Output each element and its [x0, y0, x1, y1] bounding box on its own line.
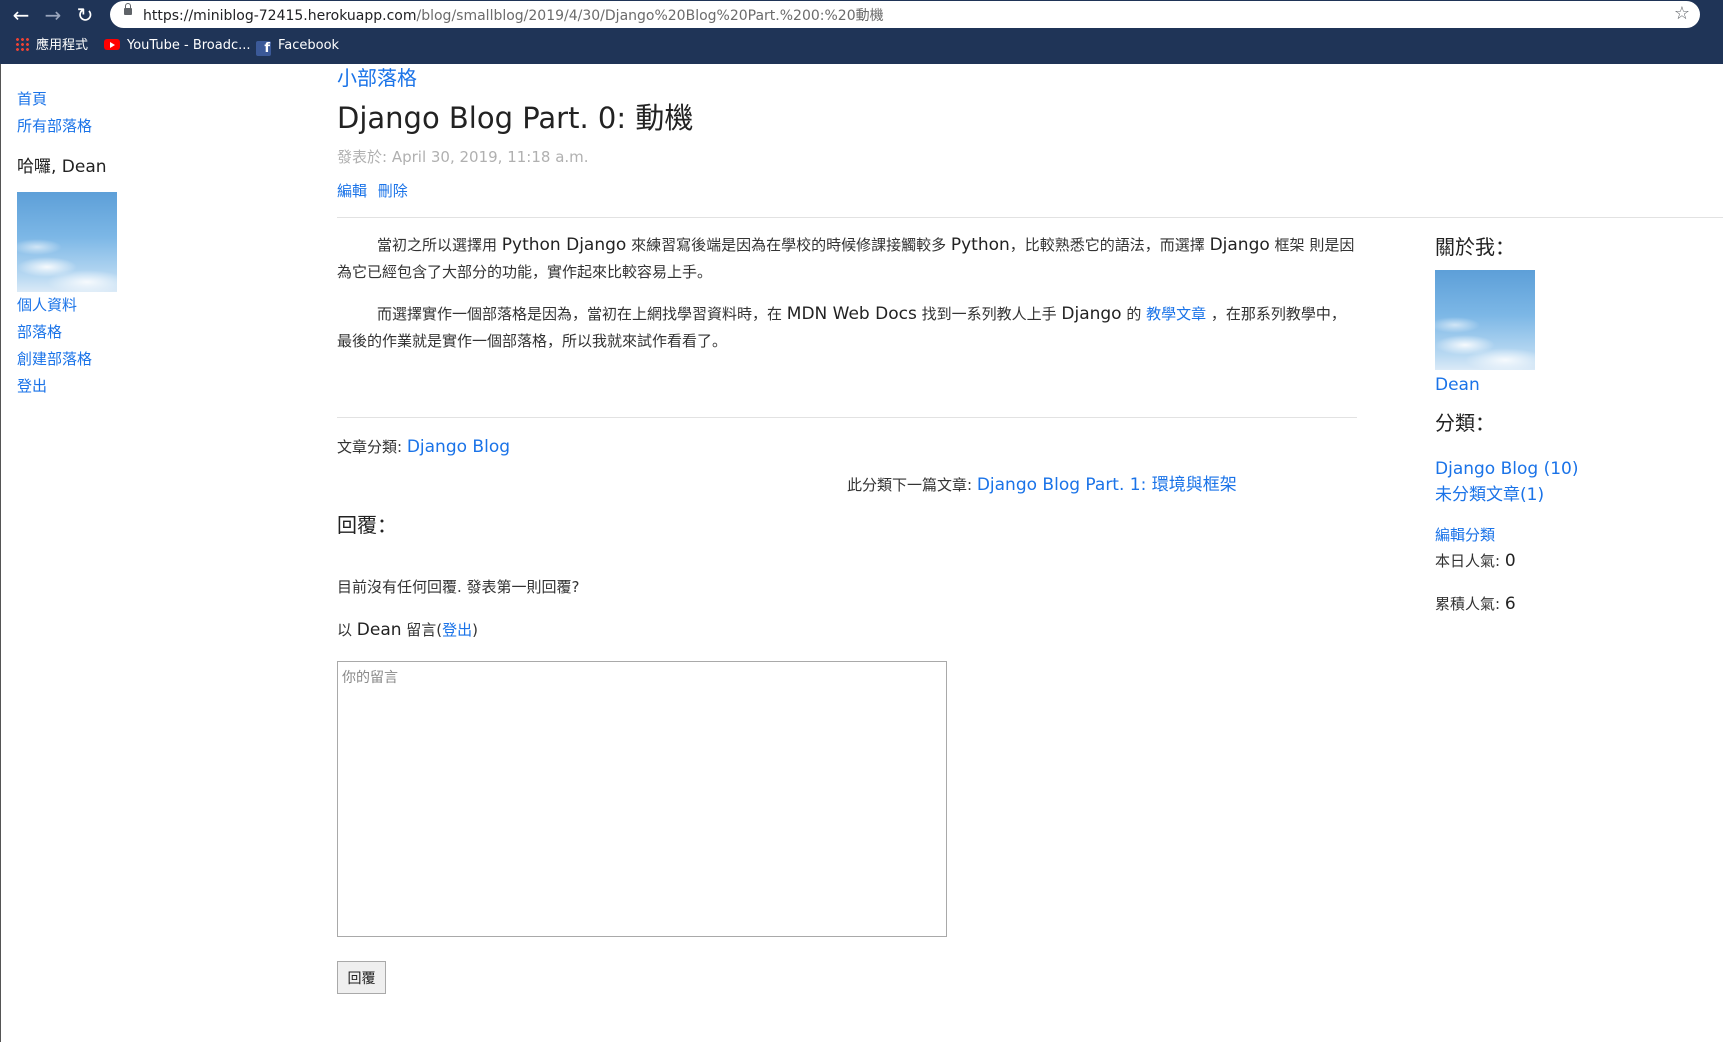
post-date: 發表於: April 30, 2019, 11:18 a.m.	[337, 148, 589, 166]
user-avatar	[17, 192, 117, 292]
replies-heading: 回覆：	[337, 513, 397, 537]
nav-create-blog-link[interactable]: 創建部落格	[17, 346, 267, 373]
post-title: Django Blog Part. 0: 動機	[337, 101, 694, 135]
stat-value: 0	[1504, 551, 1516, 571]
post-paragraph: 而選擇實作一個部落格是因為，當初在上網找學習資料時，在 MDN Web Docs…	[337, 301, 1357, 355]
edit-post-link[interactable]: 編輯	[337, 182, 367, 200]
content-divider	[337, 417, 1357, 418]
category-label: 文章分類:	[337, 438, 407, 456]
stat-value: 6	[1504, 594, 1516, 614]
bookmark-apps[interactable]: 應用程式	[15, 36, 88, 56]
text-span: MDN Web Docs	[786, 304, 917, 324]
post-category: 文章分類: Django Blog	[337, 434, 510, 460]
total-views: 累積人氣: 6	[1435, 591, 1695, 617]
back-arrow-icon[interactable]: ←	[8, 2, 34, 28]
bookmarks-bar: 應用程式 YouTube - Broadc... f Facebook	[0, 32, 1723, 60]
next-post-link[interactable]: Django Blog Part. 1: 環境與框架	[977, 475, 1237, 495]
facebook-icon: f	[256, 41, 271, 56]
text-span: Python Django	[501, 235, 627, 255]
next-post-label: 此分類下一篇文章:	[847, 476, 977, 494]
youtube-icon	[104, 39, 120, 50]
nav-blog-link[interactable]: 部落格	[17, 319, 267, 346]
text-span: 找到一系列教人上手	[916, 305, 1062, 323]
post-paragraph: 當初之所以選擇用 Python Django 來練習寫後端是因為在學校的時候修課…	[337, 232, 1357, 286]
category-item[interactable]: 未分類文章(1)	[1435, 482, 1695, 508]
category-link[interactable]: Django Blog	[407, 437, 510, 457]
categories-heading: 分類：	[1435, 411, 1495, 435]
bookmark-label: YouTube - Broadc...	[127, 38, 251, 53]
greeting-text: 哈囉, Dean	[17, 157, 107, 177]
bookmark-label: Facebook	[278, 38, 340, 53]
bookmark-facebook[interactable]: f Facebook	[256, 36, 339, 56]
url-text: https://miniblog-72415.herokuapp.com/blo…	[143, 5, 884, 25]
edit-categories-link[interactable]: 編輯分類	[1435, 522, 1695, 548]
stat-label: 本日人氣:	[1435, 552, 1505, 570]
author-name-link[interactable]: Dean	[1435, 372, 1695, 398]
nav-home-link[interactable]: 首頁	[17, 86, 267, 113]
comment-textarea[interactable]	[337, 661, 947, 937]
text-span: 留言(	[401, 621, 443, 639]
bookmark-star-icon[interactable]: ☆	[1674, 3, 1690, 24]
stat-label: 累積人氣:	[1435, 595, 1505, 613]
forward-arrow-icon[interactable]: →	[40, 2, 66, 28]
category-list: Django Blog (10) 未分類文章(1)	[1435, 456, 1695, 508]
browser-toolbar: ← → ↻ https://miniblog-72415.herokuapp.c…	[0, 0, 1723, 64]
nav-all-blogs-link[interactable]: 所有部落格	[17, 113, 267, 140]
author-avatar	[1435, 270, 1535, 370]
reload-icon[interactable]: ↻	[72, 2, 98, 28]
bookmark-youtube[interactable]: YouTube - Broadc...	[104, 36, 251, 56]
text-span: 的	[1121, 305, 1147, 323]
next-post: 此分類下一篇文章: Django Blog Part. 1: 環境與框架	[847, 472, 1237, 498]
url-path: /blog/smallblog/2019/4/30/Django%20Blog%…	[416, 8, 884, 24]
nav-profile-link[interactable]: 個人資料	[17, 292, 267, 319]
post-actions: 編輯 刪除	[337, 180, 1357, 202]
apps-grid-icon	[15, 37, 29, 51]
window-border	[0, 64, 1, 1042]
about-heading: 關於我：	[1435, 235, 1515, 259]
text-span: )	[472, 621, 479, 639]
text-span: ，比較熟悉它的語法，而選擇	[1009, 236, 1210, 254]
left-sidebar: 首頁 所有部落格 哈囉, Dean 個人資料 部落格 創建部落格 登出	[17, 86, 267, 400]
text-span: 來練習寫後端是因為在學校的時候修課接觸較多	[626, 236, 951, 254]
text-span: 而選擇實作一個部落格是因為，當初在上網找學習資料時，在	[377, 305, 787, 323]
nav-logout-link[interactable]: 登出	[17, 373, 267, 400]
text-span: 當初之所以選擇用	[377, 236, 502, 254]
comment-logout-link[interactable]: 登出	[442, 621, 472, 639]
blog-name-link[interactable]: 小部落格	[337, 66, 417, 90]
lock-icon	[124, 3, 132, 15]
right-sidebar: 關於我： Dean 分類： Django Blog (10) 未分類文章(1) …	[1435, 232, 1695, 617]
text-span: 以	[337, 621, 357, 639]
comment-username: Dean	[356, 620, 402, 640]
header-divider	[337, 217, 1723, 218]
category-item[interactable]: Django Blog (10)	[1435, 456, 1695, 482]
bookmark-label: 應用程式	[36, 38, 89, 53]
post-body: 當初之所以選擇用 Python Django 來練習寫後端是因為在學校的時候修課…	[337, 232, 1357, 370]
text-span: Django	[1209, 235, 1270, 255]
delete-post-link[interactable]: 刪除	[378, 182, 408, 200]
url-host: https://miniblog-72415.herokuapp.com	[143, 8, 417, 24]
no-replies-text: 目前沒有任何回覆. 發表第一則回覆?	[337, 578, 580, 596]
text-span: Django	[1061, 304, 1122, 324]
submit-reply-button[interactable]: 回覆	[337, 961, 386, 994]
text-span: Python	[950, 235, 1010, 255]
post-header: 小部落格 Django Blog Part. 0: 動機 發表於: April …	[337, 62, 1357, 202]
today-views: 本日人氣: 0	[1435, 548, 1695, 574]
tutorial-link[interactable]: 教學文章	[1146, 305, 1206, 323]
comment-as-user: 以 Dean 留言(登出)	[337, 617, 478, 643]
address-bar[interactable]: https://miniblog-72415.herokuapp.com/blo…	[110, 1, 1700, 28]
